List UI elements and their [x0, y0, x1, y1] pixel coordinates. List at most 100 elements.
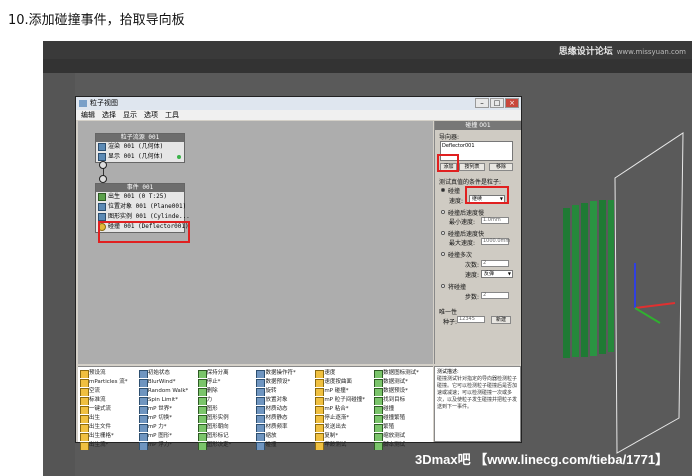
depot-item[interactable]: 图形朝向: [197, 423, 255, 432]
seed-spinner[interactable]: 12345: [457, 316, 485, 323]
test-condition-label: 测试真值的条件是粒子:: [439, 179, 502, 186]
depot-item[interactable]: 数据测试*: [374, 378, 431, 387]
new-seed-button[interactable]: 新建: [491, 316, 511, 324]
after-fast-label: 碰撞后速度快: [448, 231, 485, 238]
multi-radio[interactable]: [441, 252, 445, 256]
depot-item[interactable]: 数据操作符*: [256, 369, 313, 378]
operator-row[interactable]: 位置对象 001 (Plane001): [96, 202, 186, 212]
step-spinner[interactable]: 2: [481, 292, 509, 299]
green-column: [590, 201, 597, 356]
times-label: 次数:: [465, 262, 480, 269]
depot-item[interactable]: mP 粘合*: [315, 405, 372, 414]
depot-item[interactable]: mP 切换*: [138, 414, 196, 423]
depot-item[interactable]: 速度: [315, 369, 372, 378]
depot-item[interactable]: 出生文件: [80, 423, 137, 432]
depot-item[interactable]: 删除: [197, 387, 255, 396]
depot-item[interactable]: 出生栅格*: [80, 432, 137, 441]
depot-item[interactable]: 材质动态: [256, 405, 313, 414]
depot-item[interactable]: mP 浮力*: [138, 441, 196, 450]
depot-item[interactable]: 材质静态: [256, 414, 313, 423]
depot-item[interactable]: mP 力*: [138, 423, 196, 432]
depot-item[interactable]: 年龄测试: [315, 441, 372, 450]
output-socket-icon[interactable]: [99, 161, 107, 169]
depot-item[interactable]: 找到目标: [374, 396, 431, 405]
depot-item[interactable]: 数据预设*: [374, 387, 431, 396]
operator-row[interactable]: 出生 001 (0 T:25): [96, 192, 184, 202]
depot-item[interactable]: 初始状态: [138, 369, 196, 378]
menu-select[interactable]: 选择: [102, 110, 116, 120]
depot-item[interactable]: Spin Limit*: [138, 396, 196, 405]
depot-item[interactable]: 放置对象: [256, 396, 313, 405]
depot-item[interactable]: mP 粒子间碰撞*: [315, 396, 372, 405]
depot-item[interactable]: 数据预设*: [256, 378, 313, 387]
will-collide-radio[interactable]: [441, 284, 445, 288]
depot-item[interactable]: mParticles 流*: [80, 378, 137, 387]
depot-item[interactable]: 出生流*: [80, 441, 137, 450]
depot-item[interactable]: 出生: [80, 414, 137, 423]
remove-button[interactable]: 移除: [489, 163, 513, 171]
depot-item[interactable]: 保持分离: [197, 369, 255, 378]
after-fast-radio[interactable]: [441, 231, 445, 235]
collide-radio[interactable]: [441, 188, 445, 192]
min-speed-label: 最小速度:: [449, 219, 476, 226]
bottom-watermark: 3Dmax吧 【www.linecg.com/tieba/1771】: [415, 452, 669, 467]
source-box[interactable]: 粒子流源 001 渲染 001 (几何体) 显示 001 (几何体): [95, 133, 185, 163]
depot-item[interactable]: 图形决定*: [197, 441, 255, 450]
menu-options[interactable]: 选项: [144, 110, 158, 120]
times-spinner[interactable]: 2: [481, 260, 509, 267]
depot-item[interactable]: Random Walk*: [138, 387, 196, 396]
depot-item[interactable]: 旋转: [256, 387, 313, 396]
depot-item[interactable]: 一键式流: [80, 405, 137, 414]
collision-params-panel: 碰撞 001 导向器: Deflector001 添加 按列表 移除 测试真值的…: [434, 121, 521, 364]
operator-row[interactable]: 显示 001 (几何体): [96, 152, 184, 162]
multi-speed-select[interactable]: 反弹: [481, 270, 513, 278]
menu-tools[interactable]: 工具: [165, 110, 179, 120]
max-speed-spinner[interactable]: 1000.0mm: [481, 238, 510, 245]
depot-item[interactable]: 材质频率: [256, 423, 313, 432]
depot-item[interactable]: 标准流: [80, 396, 137, 405]
shape-instance-icon: [98, 213, 106, 221]
depot-item[interactable]: 图形: [197, 405, 255, 414]
depot-item[interactable]: 图形实例: [197, 414, 255, 423]
menu-edit[interactable]: 编辑: [81, 110, 95, 120]
particle-view-menu: 编辑 选择 显示 选项 工具: [76, 110, 521, 120]
depot-item[interactable]: mP 碰撞*: [315, 387, 372, 396]
depot-item[interactable]: 停止逐渐*: [315, 414, 372, 423]
depot-item[interactable]: 繁殖: [374, 423, 431, 432]
depot-item[interactable]: 速度按曲面: [315, 378, 372, 387]
depot-item[interactable]: 图形标记: [197, 432, 255, 441]
speed-label: 速度:: [449, 198, 464, 205]
depot-item[interactable]: 力: [197, 396, 255, 405]
depot-item[interactable]: mP 世界*: [138, 405, 196, 414]
depot-item[interactable]: 空流: [80, 387, 137, 396]
after-slow-radio[interactable]: [441, 210, 445, 214]
app-icon: [79, 100, 87, 107]
close-button[interactable]: ×: [505, 98, 519, 108]
depot-item[interactable]: BlurWind*: [138, 378, 196, 387]
depot-item[interactable]: 缩放: [256, 432, 313, 441]
green-column: [572, 205, 579, 357]
depot-item[interactable]: 缩放测试: [374, 432, 431, 441]
input-socket-icon[interactable]: [99, 175, 107, 183]
depot-item[interactable]: 复制*: [315, 432, 372, 441]
birth-icon: [98, 193, 106, 201]
min-speed-spinner[interactable]: 1.0mm: [481, 217, 509, 224]
depot-item[interactable]: 数据图标测试*: [374, 369, 431, 378]
depot-item[interactable]: 预设流: [80, 369, 137, 378]
axis-gizmo: [634, 263, 676, 324]
operator-row[interactable]: 渲染 001 (几何体): [96, 142, 184, 152]
depot-item[interactable]: 碰撞: [256, 441, 313, 450]
depot-item[interactable]: 发送出去: [315, 423, 372, 432]
minimize-button[interactable]: –: [475, 98, 489, 108]
maximize-button[interactable]: □: [490, 98, 504, 108]
menu-display[interactable]: 显示: [123, 110, 137, 120]
green-column: [608, 200, 614, 352]
by-list-button[interactable]: 按列表: [459, 163, 485, 171]
command-strip: [43, 73, 75, 476]
depot-item[interactable]: 碰撞: [374, 405, 431, 414]
deflector-item[interactable]: Deflector001: [442, 143, 475, 149]
depot-item[interactable]: 碰撞繁殖: [374, 414, 431, 423]
depot-item[interactable]: mP 图形*: [138, 432, 196, 441]
depot-item[interactable]: 停止*: [197, 378, 255, 387]
event-canvas[interactable]: 粒子流源 001 渲染 001 (几何体) 显示 001 (几何体) 事件 00…: [78, 121, 433, 364]
